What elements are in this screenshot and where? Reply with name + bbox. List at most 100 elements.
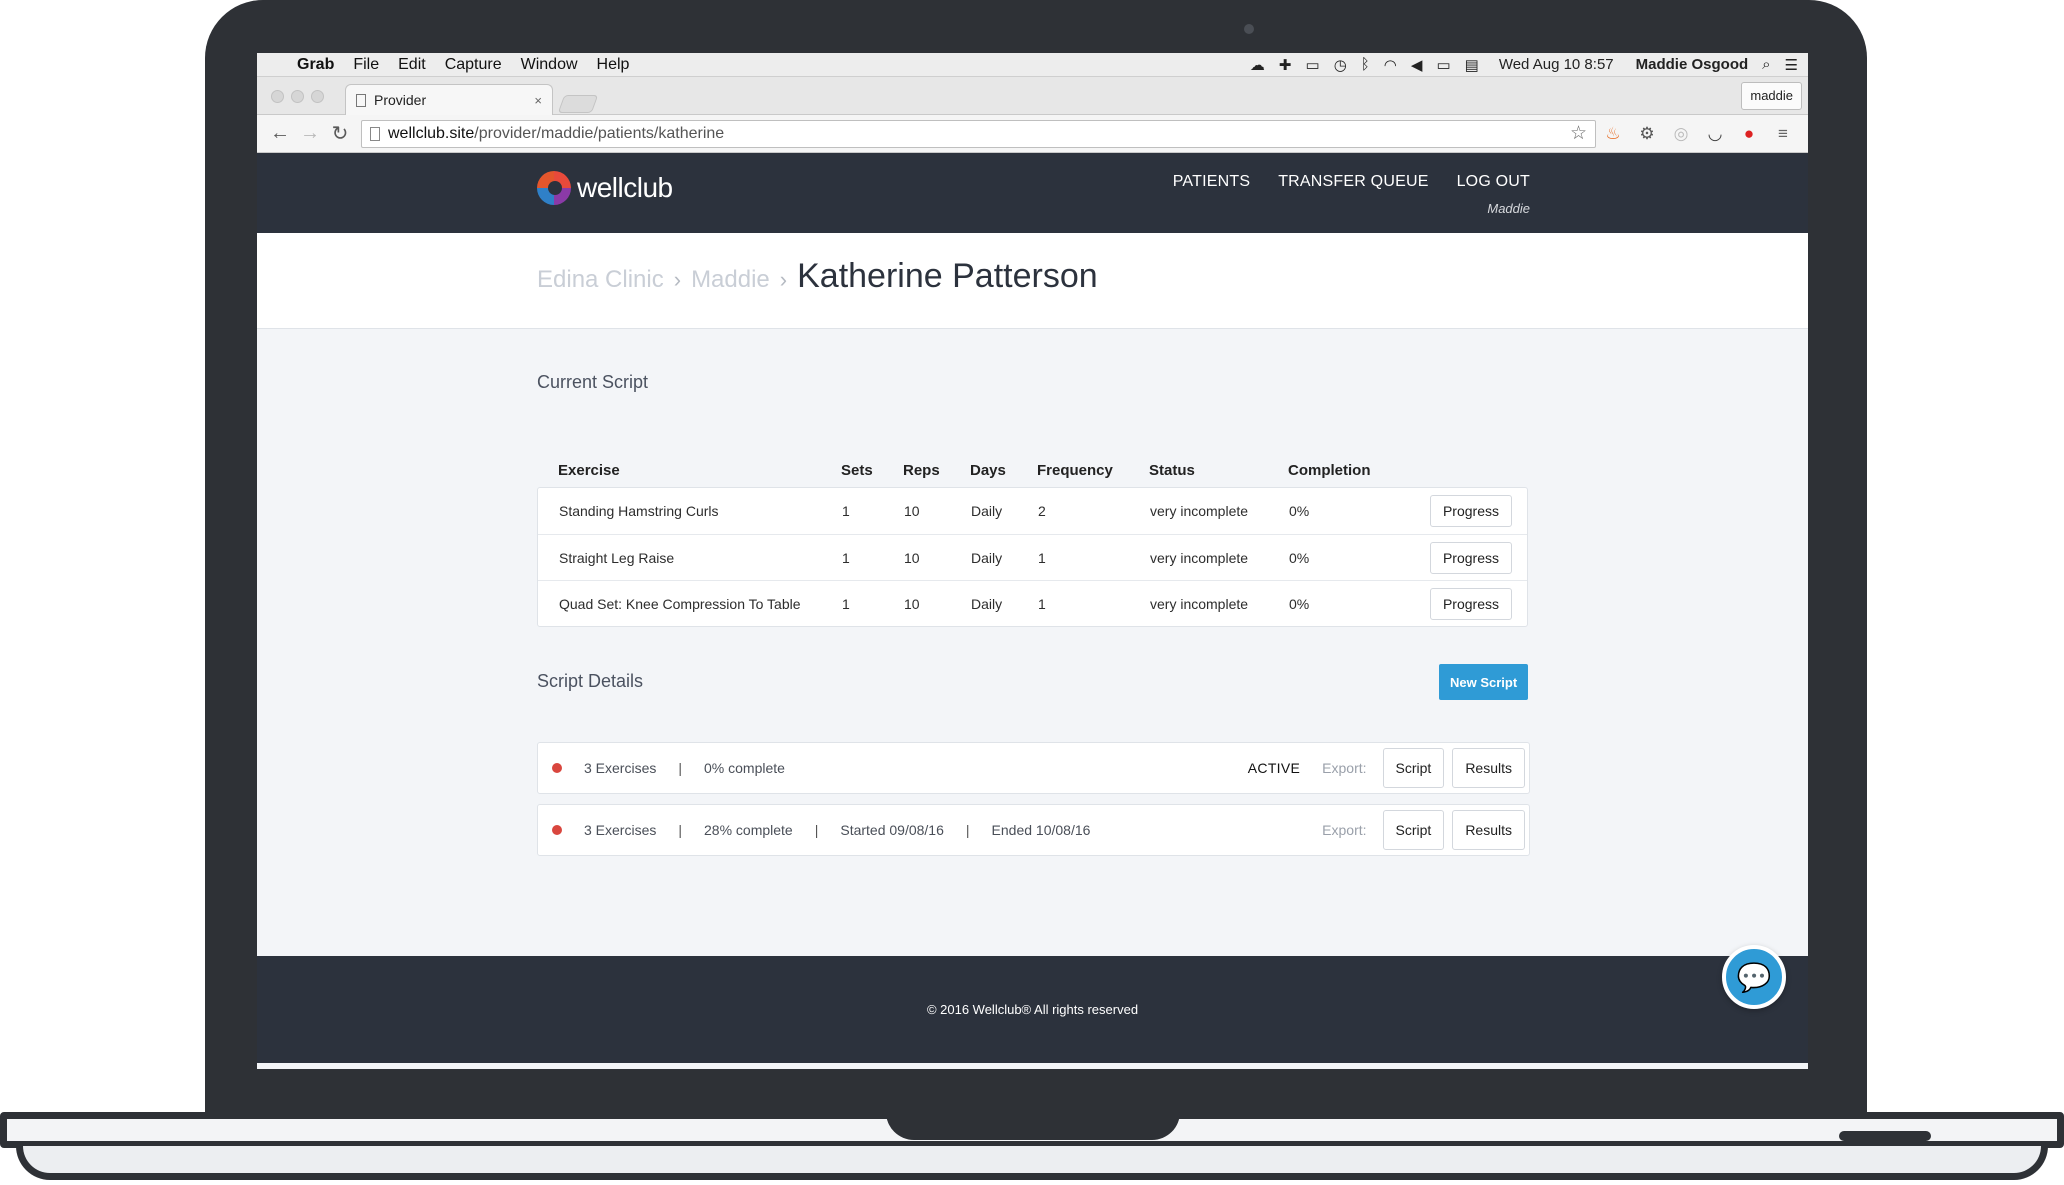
zoom-window-button[interactable]	[311, 90, 324, 103]
browser-tab[interactable]: Provider ×	[345, 84, 553, 115]
export-results-button[interactable]: Results	[1452, 810, 1525, 850]
time-machine-icon[interactable]: ◷	[1334, 56, 1347, 74]
plus-icon[interactable]: ✚	[1279, 56, 1292, 74]
battery-icon[interactable]: ▭	[1436, 56, 1450, 74]
back-icon[interactable]: ←	[265, 122, 295, 145]
divider: |	[965, 822, 970, 838]
site-footer: © 2016 Wellclub® All rights reserved	[257, 956, 1808, 1063]
divider: |	[678, 822, 682, 838]
cell-completion: 0%	[1289, 503, 1310, 519]
chrome-menu-icon[interactable]: ≡	[1766, 124, 1800, 144]
new-script-button[interactable]: New Script	[1439, 664, 1529, 700]
page-icon	[356, 93, 366, 107]
reload-icon[interactable]: ↻	[325, 121, 355, 146]
close-window-button[interactable]	[271, 90, 284, 103]
logo-mark-icon	[537, 171, 571, 205]
cell-frequency: 2	[1038, 503, 1046, 519]
cell-sets: 1	[842, 595, 850, 612]
laptop-notch	[886, 1112, 1180, 1140]
export-script-button[interactable]: Script	[1382, 810, 1445, 850]
laptop-base-bottom	[16, 1146, 2048, 1180]
cell-status: very incomplete	[1150, 503, 1249, 519]
pinterest-icon[interactable]: ●	[1732, 124, 1766, 144]
menu-app-name[interactable]: Grab	[297, 56, 334, 74]
extension-pin-icon[interactable]: ◎	[1664, 124, 1698, 144]
col-completion: Completion	[1288, 461, 1371, 479]
main-nav: PATIENTS TRANSFER QUEUE LOG OUT	[1173, 173, 1530, 191]
nav-log-out[interactable]: LOG OUT	[1457, 173, 1530, 191]
profile-button[interactable]: maddie	[1741, 82, 1802, 110]
page-title: Katherine Patterson	[797, 257, 1098, 295]
cell-days: Daily	[971, 503, 1003, 519]
cell-exercise: Standing Hamstring Curls	[559, 503, 719, 519]
laptop-slot	[1839, 1131, 1931, 1141]
airplay-icon[interactable]: ▭	[1306, 56, 1320, 74]
progress-button[interactable]: Progress	[1429, 587, 1512, 620]
flag-icon[interactable]: ▤	[1465, 56, 1479, 74]
cell-days: Daily	[971, 595, 1003, 612]
volume-icon[interactable]: ◀	[1411, 56, 1423, 74]
nav-transfer-queue[interactable]: TRANSFER QUEUE	[1278, 173, 1428, 191]
completion-percent: 0% complete	[704, 760, 785, 776]
progress-button[interactable]: Progress	[1429, 541, 1512, 574]
col-frequency: Frequency	[1037, 461, 1113, 479]
menu-capture[interactable]: Capture	[445, 56, 502, 74]
status-badge: ACTIVE	[1247, 760, 1301, 776]
star-icon[interactable]: ☆	[1570, 122, 1587, 145]
extension-puzzle-icon[interactable]: ⚙	[1630, 124, 1664, 144]
page-title-band: Edina Clinic › Maddie › Katherine Patter…	[257, 233, 1808, 329]
export-results-button[interactable]: Results	[1452, 748, 1525, 788]
breadcrumb-provider[interactable]: Maddie	[691, 266, 770, 294]
export-label: Export:	[1322, 822, 1367, 838]
tab-title: Provider	[374, 92, 427, 108]
breadcrumb: Edina Clinic › Maddie › Katherine Patter…	[537, 257, 1098, 296]
menu-file[interactable]: File	[353, 56, 379, 74]
nav-patients[interactable]: PATIENTS	[1173, 173, 1250, 191]
browser-toolbar: ← → ↻ wellclub.site /provider/maddie/pat…	[257, 115, 1808, 153]
browser-tabbar: Provider × maddie	[257, 77, 1808, 115]
export-script-button[interactable]: Script	[1382, 748, 1445, 788]
wifi-icon[interactable]: ◠	[1384, 56, 1397, 74]
exercise-count: 3 Exercises	[584, 822, 657, 838]
cell-status: very incomplete	[1150, 549, 1249, 566]
menu-icon[interactable]: ☰	[1785, 56, 1798, 74]
search-icon[interactable]: ⌕	[1762, 56, 1770, 73]
clock[interactable]: Wed Aug 10 8:57	[1499, 56, 1614, 73]
cell-completion: 0%	[1289, 595, 1310, 612]
completion-percent: 28% complete	[704, 822, 793, 838]
chat-icon[interactable]: 💬	[1722, 945, 1786, 1009]
logo[interactable]: wellclub	[537, 171, 673, 205]
cell-sets: 1	[842, 503, 850, 519]
col-sets: Sets	[841, 461, 873, 479]
menu-help[interactable]: Help	[597, 56, 630, 74]
menubar-user[interactable]: Maddie Osgood	[1636, 56, 1749, 73]
bluetooth-icon[interactable]: ᛒ	[1361, 56, 1370, 73]
menu-window[interactable]: Window	[521, 56, 578, 74]
table-body: Standing Hamstring Curls 1 10 Daily 2 ve…	[537, 487, 1528, 627]
minimize-window-button[interactable]	[291, 90, 304, 103]
breadcrumb-clinic[interactable]: Edina Clinic	[537, 266, 664, 294]
cell-exercise: Straight Leg Raise	[559, 549, 675, 566]
logo-text: wellclub	[577, 172, 673, 203]
menu-edit[interactable]: Edit	[398, 56, 426, 74]
extension-fire-icon[interactable]: ♨	[1596, 124, 1630, 144]
forward-icon[interactable]: →	[295, 122, 325, 145]
divider: |	[814, 822, 819, 838]
pocket-icon[interactable]: ◡	[1698, 124, 1732, 144]
script-detail-row: 3 Exercises | 0% complete ACTIVE Export:…	[537, 742, 1530, 794]
page-info-icon[interactable]	[370, 126, 380, 141]
screen: Grab File Edit Capture Window Help ☁ ✚ ▭…	[257, 53, 1808, 1069]
address-bar[interactable]: wellclub.site /provider/maddie/patients/…	[361, 119, 1596, 148]
col-exercise: Exercise	[558, 461, 620, 479]
nav-user-name: Maddie	[1487, 201, 1530, 216]
table-row: Straight Leg Raise 1 10 Daily 1 very inc…	[538, 534, 1527, 580]
close-tab-icon[interactable]: ×	[534, 93, 542, 108]
progress-button[interactable]: Progress	[1429, 495, 1512, 527]
breadcrumb-separator: ›	[779, 267, 788, 292]
cell-reps: 10	[904, 595, 920, 612]
creative-cloud-icon[interactable]: ☁	[1250, 56, 1265, 74]
table-header: Exercise Sets Reps Days Frequency Status…	[537, 453, 1528, 487]
url-path: /provider/maddie/patients/katherine	[474, 124, 725, 142]
new-tab-button[interactable]	[557, 95, 599, 113]
breadcrumb-separator: ›	[673, 267, 682, 292]
